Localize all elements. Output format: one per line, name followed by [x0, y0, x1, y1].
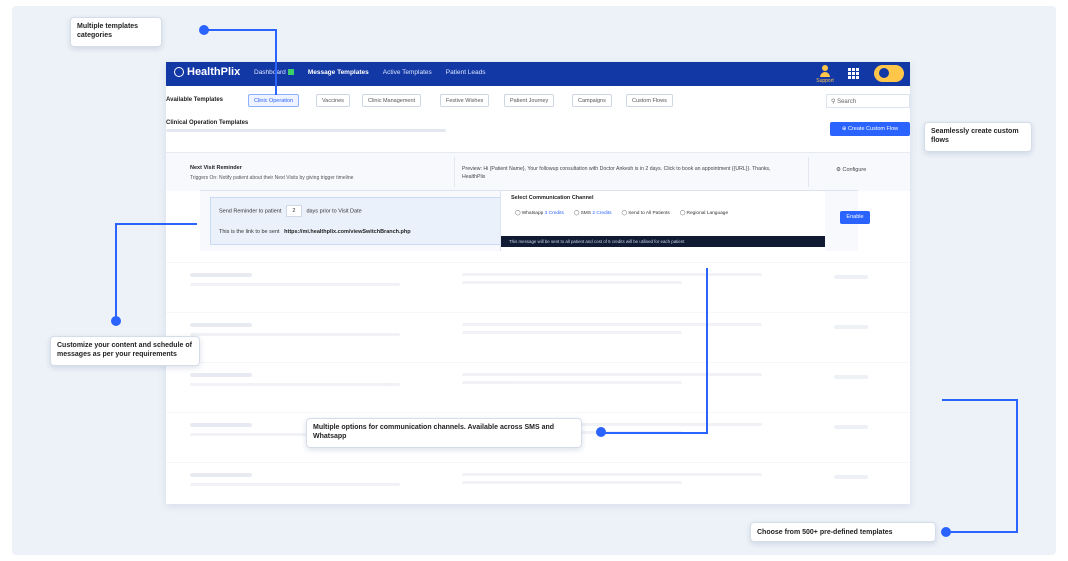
- connector-line: [948, 531, 1018, 533]
- connector-line: [706, 268, 708, 434]
- days-input[interactable]: 2: [285, 205, 302, 217]
- connector-dot: [111, 316, 121, 326]
- channel-selector: Select Communication Channel ◯ Whatsapp …: [500, 191, 825, 251]
- connector-dot: [941, 527, 951, 537]
- configure-button[interactable]: ⚙ Configure: [836, 167, 866, 173]
- divider: [454, 157, 455, 187]
- healthplix-logo-icon: [174, 67, 184, 77]
- template-preview: Preview: Hi {Patient Name}, Your followu…: [462, 165, 786, 181]
- brand[interactable]: HealthPlix: [174, 66, 240, 78]
- connector-line: [115, 223, 117, 321]
- days-suffix: days prior to Visit Date: [306, 208, 362, 215]
- top-nav: HealthPlix Dashboard Message Templates A…: [166, 62, 910, 86]
- connector-dot: [199, 25, 209, 35]
- brand-name: HealthPlix: [187, 66, 241, 78]
- callout-custom-flows: Seamlessly create custom flows: [924, 122, 1032, 152]
- template-row[interactable]: [166, 312, 910, 363]
- callout-customize: Customize your content and schedule of m…: [50, 336, 200, 366]
- channel-whatsapp-label: Whatsapp: [521, 211, 544, 216]
- schedule-config: Send Reminder to patient 2 days prior to…: [210, 197, 502, 245]
- tab-vaccines[interactable]: Vaccines: [316, 94, 350, 107]
- support-label: Support: [816, 78, 834, 84]
- template-category-tabs: Available Templates Clinic Operation Vac…: [166, 94, 910, 110]
- connector-line: [1016, 399, 1018, 533]
- user-avatar-icon[interactable]: [874, 65, 904, 82]
- apps-grid-icon[interactable]: [848, 68, 859, 79]
- plus-icon: ⊕: [841, 126, 847, 132]
- tab-campaigns[interactable]: Campaigns: [572, 94, 612, 107]
- nav-dashboard[interactable]: Dashboard: [254, 69, 294, 76]
- channel-sms[interactable]: ◯ SMS 2 Credits: [574, 211, 612, 216]
- template-row[interactable]: [166, 262, 910, 313]
- section-subtitle: [166, 129, 446, 132]
- connector-line: [206, 29, 276, 31]
- nav-active-templates[interactable]: Active Templates: [383, 69, 432, 76]
- template-description: Triggers On: Notify patient about their …: [190, 175, 354, 181]
- channel-sms-label: SMS: [580, 211, 591, 216]
- dashboard-icon: [287, 69, 294, 76]
- template-row[interactable]: [166, 462, 910, 504]
- channel-regional-language-label: Regional Language: [686, 211, 729, 216]
- create-custom-flow-button[interactable]: ⊕ Create Custom Flow: [830, 122, 910, 136]
- divider: [808, 157, 809, 187]
- nav-dashboard-label: Dashboard: [254, 69, 286, 76]
- search-icon: ⚲: [831, 99, 836, 105]
- channel-send-all-label: Send to All Patients: [628, 211, 670, 216]
- tab-festive-wishes[interactable]: Festive Wishes: [440, 94, 490, 107]
- connector-line: [604, 432, 708, 434]
- tabs-title: Available Templates: [166, 97, 224, 103]
- link-label: This is the link to be sent: [219, 229, 280, 235]
- link-row: This is the link to be sent https://mi.h…: [219, 229, 411, 235]
- tab-clinic-operation[interactable]: Clinic Operation: [248, 94, 300, 107]
- connector-line: [942, 399, 1018, 401]
- search-input[interactable]: ⚲ Search: [826, 94, 910, 108]
- preview-label: Preview:: [462, 166, 482, 172]
- channel-whatsapp-credits: 3 Credits: [544, 211, 564, 216]
- connector-dot: [596, 427, 606, 437]
- send-reminder-row: Send Reminder to patient 2 days prior to…: [219, 205, 362, 217]
- nav-message-templates[interactable]: Message Templates: [308, 69, 369, 76]
- tab-clinic-management[interactable]: Clinic Management: [362, 94, 422, 107]
- configure-label: Configure: [842, 167, 867, 173]
- preview-text: Hi {Patient Name}, Your followup consult…: [462, 166, 771, 180]
- create-custom-flow-label: Create Custom Flow: [848, 126, 899, 132]
- nav-patient-leads[interactable]: Patient Leads: [446, 69, 486, 76]
- callout-channels: Multiple options for communication chann…: [306, 418, 582, 448]
- channel-title: Select Communication Channel: [511, 195, 594, 201]
- template-config-panel: Send Reminder to patient 2 days prior to…: [200, 190, 870, 251]
- channel-options: ◯ Whatsapp 3 Credits ◯ SMS 2 Credits ◯ S…: [515, 211, 728, 216]
- callout-predefined: Choose from 500+ pre-defined templates: [750, 522, 936, 542]
- connector-line: [115, 223, 197, 225]
- callout-categories: Multiple templates categories: [70, 17, 162, 47]
- cost-note: This message will be sent to all patient…: [501, 236, 825, 247]
- search-placeholder: Search: [837, 99, 857, 105]
- template-name: Next Visit Reminder: [190, 165, 242, 171]
- link-input[interactable]: https://mi.healthplix.com/viewSwitchBran…: [284, 229, 411, 235]
- template-row[interactable]: [166, 362, 910, 413]
- send-reminder-label: Send Reminder to patient: [219, 208, 282, 215]
- support-icon-body: [820, 72, 830, 77]
- enable-button[interactable]: Enable: [840, 211, 870, 224]
- channel-regional-language[interactable]: ◯ Regional Language: [680, 211, 728, 216]
- tab-custom-flows[interactable]: Custom Flows: [626, 94, 673, 107]
- tab-patient-journey[interactable]: Patient Journey: [504, 94, 555, 107]
- channel-send-all[interactable]: ◯ Send to All Patients: [622, 211, 670, 216]
- channel-whatsapp[interactable]: ◯ Whatsapp 3 Credits: [515, 211, 564, 216]
- channel-sms-credits: 2 Credits: [592, 211, 612, 216]
- nav-links: Dashboard Message Templates Active Templ…: [254, 69, 486, 76]
- connector-line: [275, 29, 277, 95]
- support-icon: [822, 65, 828, 71]
- gear-icon: ⚙: [836, 167, 841, 173]
- section-title: Clinical Operation Templates: [166, 120, 249, 126]
- template-row-next-visit[interactable]: Next Visit Reminder Triggers On: Notify …: [166, 152, 910, 191]
- support-button[interactable]: Support: [816, 64, 834, 84]
